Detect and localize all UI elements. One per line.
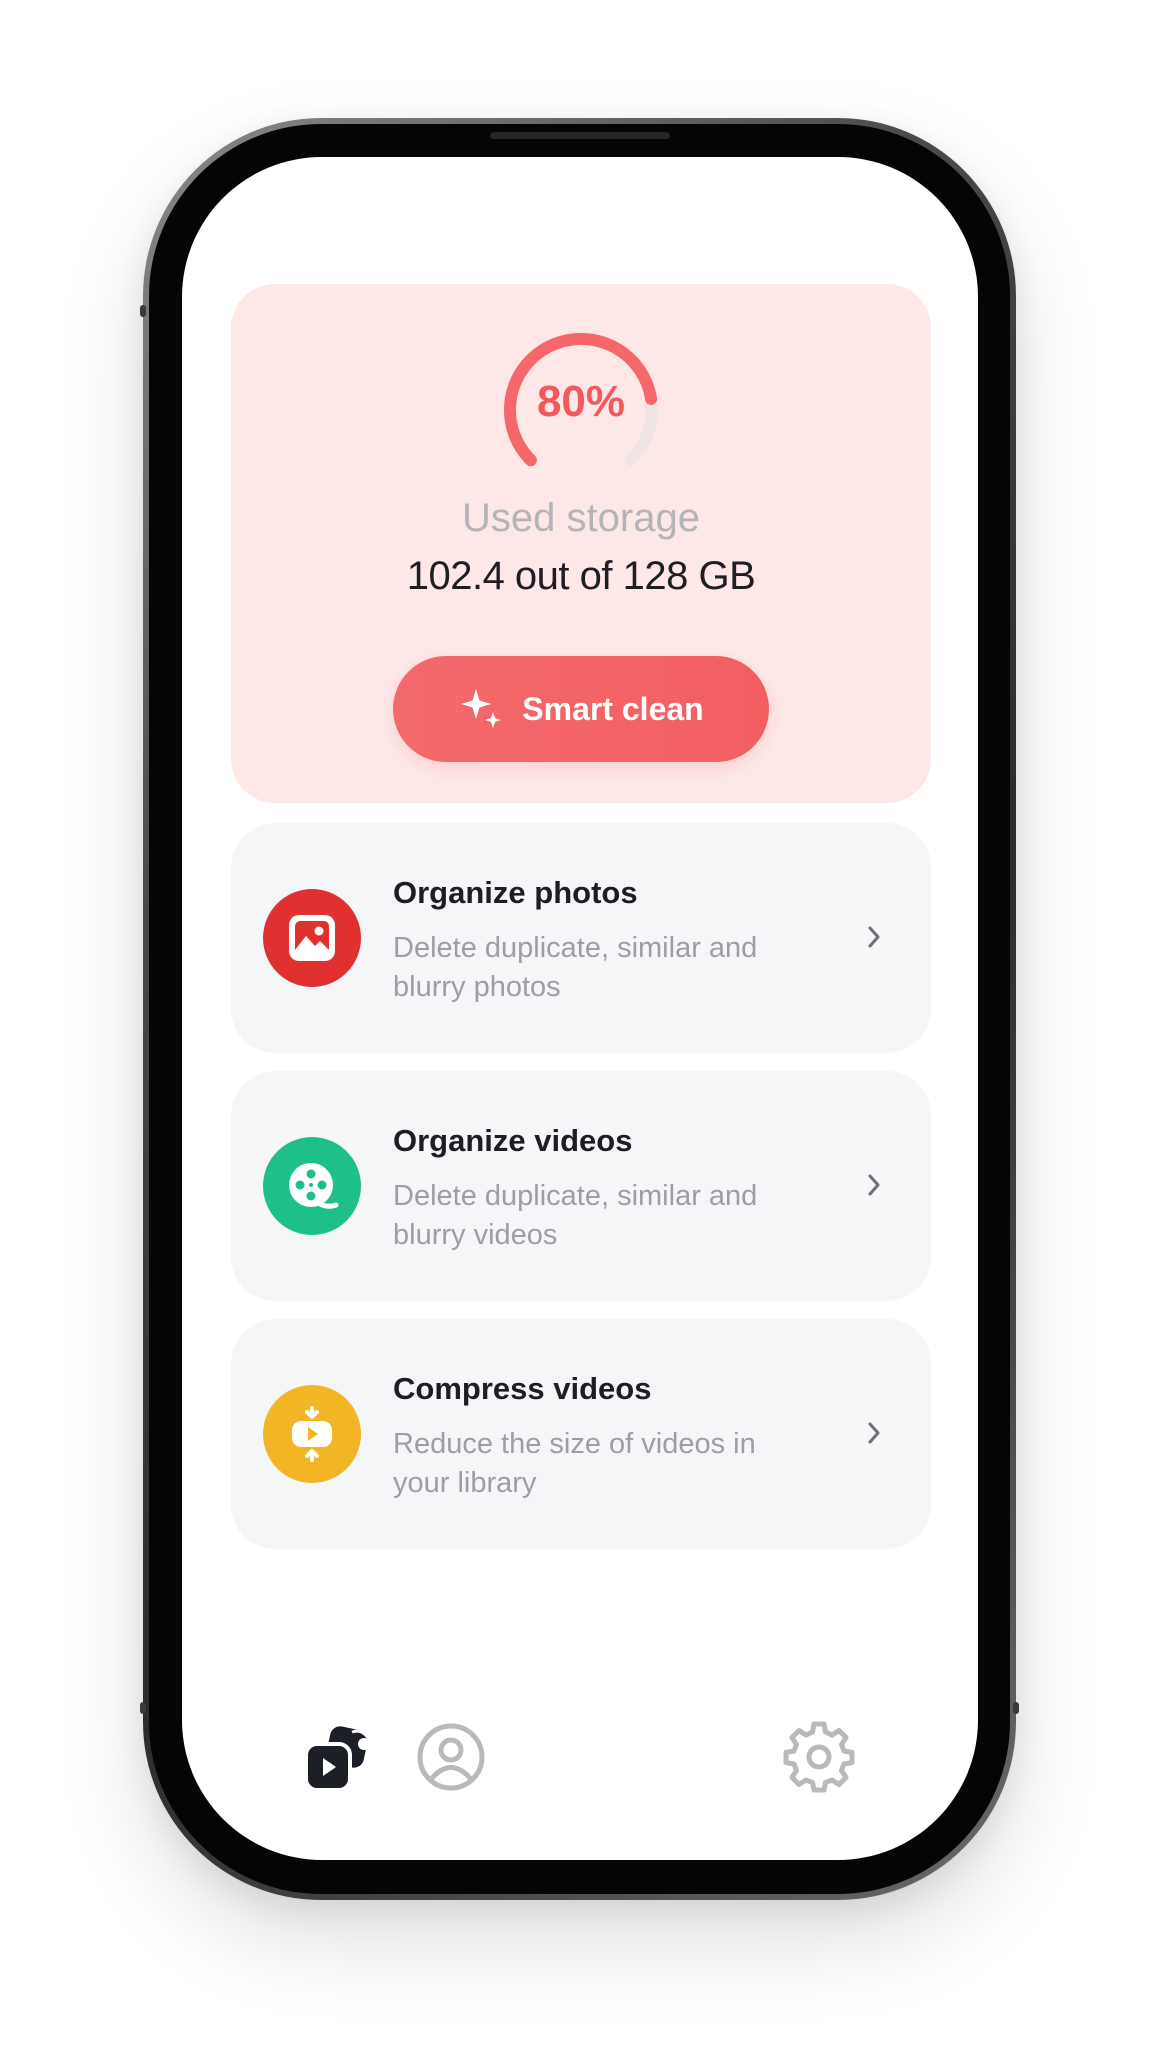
settings-gear-icon xyxy=(783,1721,855,1793)
feature-description: Reduce the size of videos in your librar… xyxy=(393,1428,756,1499)
side-button-right xyxy=(1013,1702,1019,1714)
side-button-left-bottom xyxy=(140,1702,146,1714)
feature-description: Delete duplicate, similar and blurry vid… xyxy=(393,1180,758,1251)
organize-photos-card[interactable]: Organize photos Delete duplicate, simila… xyxy=(231,823,931,1053)
sparkle-icon xyxy=(461,689,502,728)
media-library-icon xyxy=(304,1726,372,1792)
feature-title: Organize videos xyxy=(393,1123,633,1158)
smart-clean-label: Smart clean xyxy=(522,690,704,727)
organize-videos-card[interactable]: Organize videos Delete duplicate, simila… xyxy=(231,1071,931,1301)
speaker-grille xyxy=(490,132,670,139)
film-reel-icon xyxy=(263,1137,361,1235)
feature-description: Delete duplicate, similar and blurry pho… xyxy=(393,932,758,1003)
storage-percent: 80% xyxy=(536,377,626,426)
profile-icon xyxy=(417,1723,485,1791)
compress-video-icon xyxy=(263,1385,361,1483)
used-storage-label: Used storage xyxy=(462,496,700,540)
chevron-right-icon xyxy=(868,926,880,948)
tab-profile[interactable] xyxy=(414,1720,488,1794)
feature-title: Compress videos xyxy=(393,1371,652,1406)
tab-media-library[interactable] xyxy=(300,1720,380,1800)
smart-clean-button[interactable]: Smart clean xyxy=(393,656,769,762)
compress-videos-card[interactable]: Compress videos Reduce the size of video… xyxy=(231,1319,931,1549)
chevron-right-icon xyxy=(868,1174,880,1196)
feature-title: Organize photos xyxy=(393,875,638,910)
used-storage-value: 102.4 out of 128 GB xyxy=(406,554,756,598)
side-button-left-top xyxy=(140,305,146,317)
photo-icon xyxy=(263,889,361,987)
storage-card: 80% Used storage 102.4 out of 128 GB Sma… xyxy=(231,284,931,803)
app-screen: 80% Used storage 102.4 out of 128 GB Sma… xyxy=(182,157,978,1860)
tab-settings[interactable] xyxy=(782,1720,856,1794)
chevron-right-icon xyxy=(868,1422,880,1444)
